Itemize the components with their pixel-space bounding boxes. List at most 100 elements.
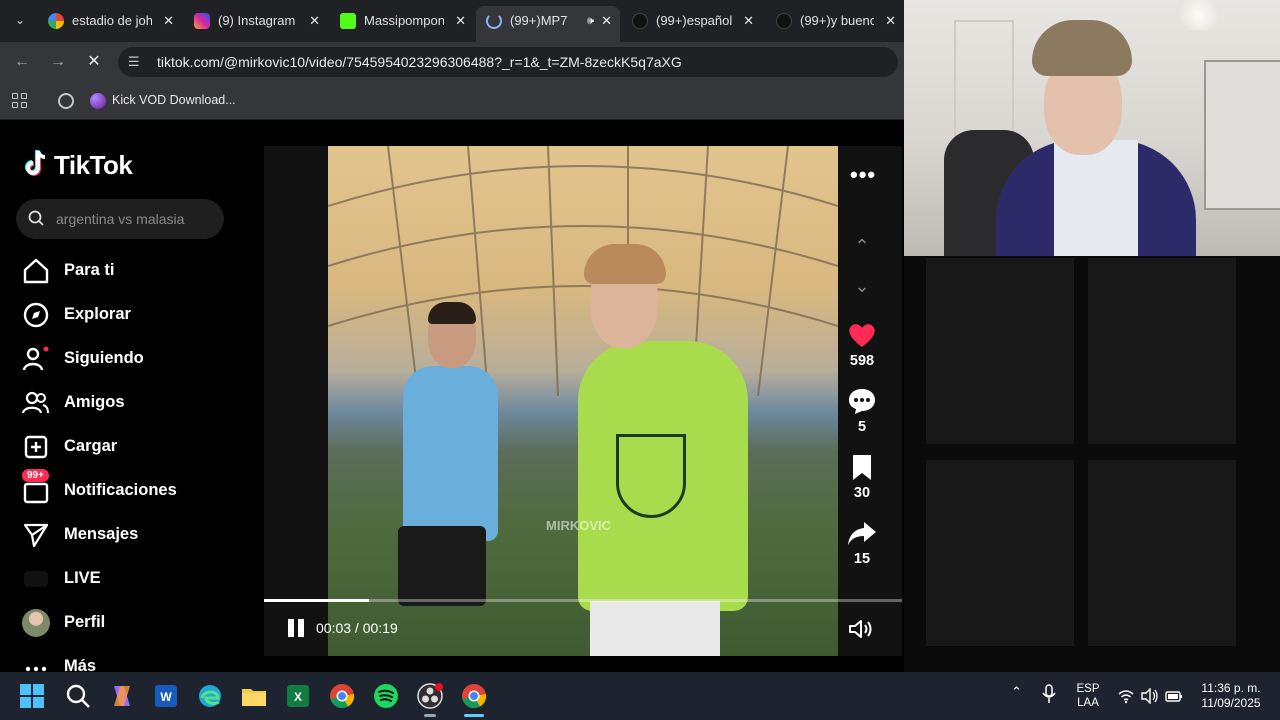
volume-icon[interactable] bbox=[1141, 688, 1159, 704]
video-thumbnail[interactable] bbox=[1088, 258, 1236, 444]
nav-mensajes[interactable]: Mensajes bbox=[22, 519, 242, 551]
tab-tiktok-1[interactable]: (99+)españoli ✕ bbox=[622, 6, 762, 36]
tiktok-page: TikTok argentina vs malasia Para ti Expl… bbox=[0, 121, 904, 672]
tab-active[interactable]: (99+)MP7 🕪 ✕ bbox=[476, 6, 620, 42]
progress-bar[interactable] bbox=[264, 599, 902, 602]
nav-amigos[interactable]: Amigos bbox=[22, 387, 242, 419]
close-icon[interactable]: ✕ bbox=[885, 6, 896, 36]
nav-perfil[interactable]: Perfil bbox=[22, 607, 242, 639]
chevron-down-icon[interactable]: ⌄ bbox=[851, 276, 873, 298]
close-icon[interactable]: ✕ bbox=[455, 6, 466, 36]
system-clock[interactable]: 11:36 p. m. 11/09/2025 bbox=[1190, 681, 1272, 711]
spotify-icon[interactable] bbox=[372, 682, 400, 710]
instagram-icon bbox=[194, 13, 210, 29]
webcam-feed bbox=[904, 0, 1280, 256]
nav-explorar[interactable]: Explorar bbox=[22, 299, 242, 331]
ceiling-light bbox=[1174, 0, 1224, 30]
stop-loading-icon[interactable]: ✕ bbox=[82, 50, 106, 74]
microphone-icon[interactable] bbox=[1042, 684, 1056, 704]
kick-vod-icon bbox=[90, 93, 106, 109]
nav-label: Notificaciones bbox=[64, 481, 177, 499]
tab-tiktok-2[interactable]: (99+)y bueno ✕ bbox=[766, 6, 904, 36]
search-input[interactable]: argentina vs malasia bbox=[16, 199, 224, 239]
chrome-active-icon[interactable] bbox=[460, 682, 488, 710]
nav-mas[interactable]: Más bbox=[22, 651, 242, 672]
url-text[interactable]: tiktok.com/@mirkovic10/video/75459540232… bbox=[157, 54, 682, 70]
windows-start-icon[interactable] bbox=[18, 682, 46, 710]
address-bar[interactable]: ☰ tiktok.com/@mirkovic10/video/754595402… bbox=[118, 47, 898, 77]
obs-icon[interactable] bbox=[416, 682, 444, 710]
apps-grid-icon[interactable] bbox=[12, 93, 28, 109]
copilot-icon[interactable] bbox=[108, 682, 136, 710]
close-icon[interactable]: ✕ bbox=[163, 6, 174, 36]
bookmark-icon bbox=[853, 455, 871, 480]
tab-title: estadio de joh bbox=[72, 13, 152, 28]
tab-kick[interactable]: Massipompon ✕ bbox=[330, 6, 474, 36]
back-icon[interactable]: ← bbox=[10, 50, 34, 74]
save-button[interactable]: 30 bbox=[840, 452, 884, 501]
logo-text: TikTok bbox=[54, 150, 133, 180]
like-count: 598 bbox=[849, 353, 875, 369]
wifi-icon[interactable] bbox=[1118, 688, 1134, 704]
language-code: ESP bbox=[1076, 683, 1100, 695]
browser-window: ⌄ estadio de joh ✕ (9) Instagram ✕ Massi… bbox=[0, 0, 904, 672]
file-explorer-icon[interactable] bbox=[240, 682, 268, 710]
nav-label: LIVE bbox=[64, 569, 101, 587]
search-icon[interactable] bbox=[64, 682, 92, 710]
tab-title: (9) Instagram bbox=[218, 13, 296, 28]
edge-icon[interactable] bbox=[196, 682, 224, 710]
share-button[interactable]: 15 bbox=[840, 518, 884, 567]
pause-icon[interactable] bbox=[286, 617, 306, 639]
tab-title: Massipompon bbox=[364, 13, 444, 28]
vest-crest bbox=[616, 434, 686, 518]
video-player[interactable]: MIRKOVIC ••• ⌃ ⌄ 598 5 30 15 00:03 / 00:… bbox=[264, 146, 902, 656]
excel-icon[interactable]: X bbox=[284, 682, 312, 710]
nav-notificaciones[interactable]: 99+ Notificaciones bbox=[22, 469, 242, 507]
player-left-shirt bbox=[403, 366, 498, 541]
toolbar: ← → ✕ ☰ tiktok.com/@mirkovic10/video/754… bbox=[0, 42, 904, 82]
word-icon[interactable]: W bbox=[152, 682, 180, 710]
video-thumbnail[interactable] bbox=[926, 258, 1074, 444]
nav-label: Perfil bbox=[64, 613, 106, 631]
chevron-up-icon[interactable]: ⌃ bbox=[1011, 684, 1022, 700]
streamer-shirt-stripe bbox=[1054, 140, 1138, 256]
volume-icon[interactable] bbox=[848, 618, 874, 640]
chrome-icon[interactable] bbox=[328, 682, 356, 710]
nav-cargar[interactable]: Cargar bbox=[22, 431, 242, 463]
bookmark-kick-vod[interactable]: Kick VOD Download... bbox=[112, 93, 236, 107]
close-icon[interactable]: ✕ bbox=[309, 6, 320, 36]
site-info-icon[interactable]: ☰ bbox=[128, 54, 140, 70]
player-left-shorts bbox=[398, 526, 486, 606]
tab-instagram[interactable]: (9) Instagram ✕ bbox=[184, 6, 328, 36]
upload-icon bbox=[24, 435, 48, 459]
tab-title: (99+)españoli bbox=[656, 13, 732, 28]
home-icon bbox=[23, 258, 49, 284]
nav-para-ti[interactable]: Para ti bbox=[22, 255, 242, 287]
tab-google[interactable]: estadio de joh ✕ bbox=[38, 6, 182, 36]
like-button[interactable]: 598 bbox=[840, 320, 884, 369]
nav-live[interactable]: LIVE bbox=[22, 563, 242, 595]
comment-button[interactable]: 5 bbox=[840, 386, 884, 435]
more-options-icon[interactable]: ••• bbox=[850, 162, 876, 188]
globe-icon[interactable] bbox=[58, 93, 74, 109]
related-videos-panel bbox=[904, 256, 1280, 672]
close-icon[interactable]: ✕ bbox=[743, 6, 754, 36]
save-count: 30 bbox=[853, 485, 871, 501]
tab-strip: ⌄ estadio de joh ✕ (9) Instagram ✕ Massi… bbox=[0, 0, 904, 42]
nav-label: Más bbox=[64, 657, 97, 672]
chevron-up-icon[interactable]: ⌃ bbox=[851, 236, 873, 258]
tab-search-button[interactable]: ⌄ bbox=[8, 8, 32, 32]
input-language[interactable]: ESP LAA bbox=[1070, 682, 1106, 710]
compass-icon bbox=[23, 302, 49, 328]
forward-icon[interactable]: → bbox=[46, 50, 70, 74]
video-thumbnail[interactable] bbox=[926, 460, 1074, 646]
player-right-shorts bbox=[590, 601, 720, 656]
video-thumbnail[interactable] bbox=[1088, 460, 1236, 646]
nav-siguiendo[interactable]: Siguiendo bbox=[22, 343, 242, 375]
speaker-icon[interactable]: 🕪 bbox=[587, 6, 594, 36]
close-icon[interactable]: ✕ bbox=[601, 6, 612, 36]
taskbar: W X ⌃ ESP LAA 11:36 p. m. 11/09/2025 bbox=[0, 672, 1280, 720]
nav-label: Para ti bbox=[64, 261, 115, 279]
video-frame[interactable]: MIRKOVIC bbox=[328, 146, 838, 656]
battery-icon[interactable] bbox=[1165, 688, 1183, 704]
